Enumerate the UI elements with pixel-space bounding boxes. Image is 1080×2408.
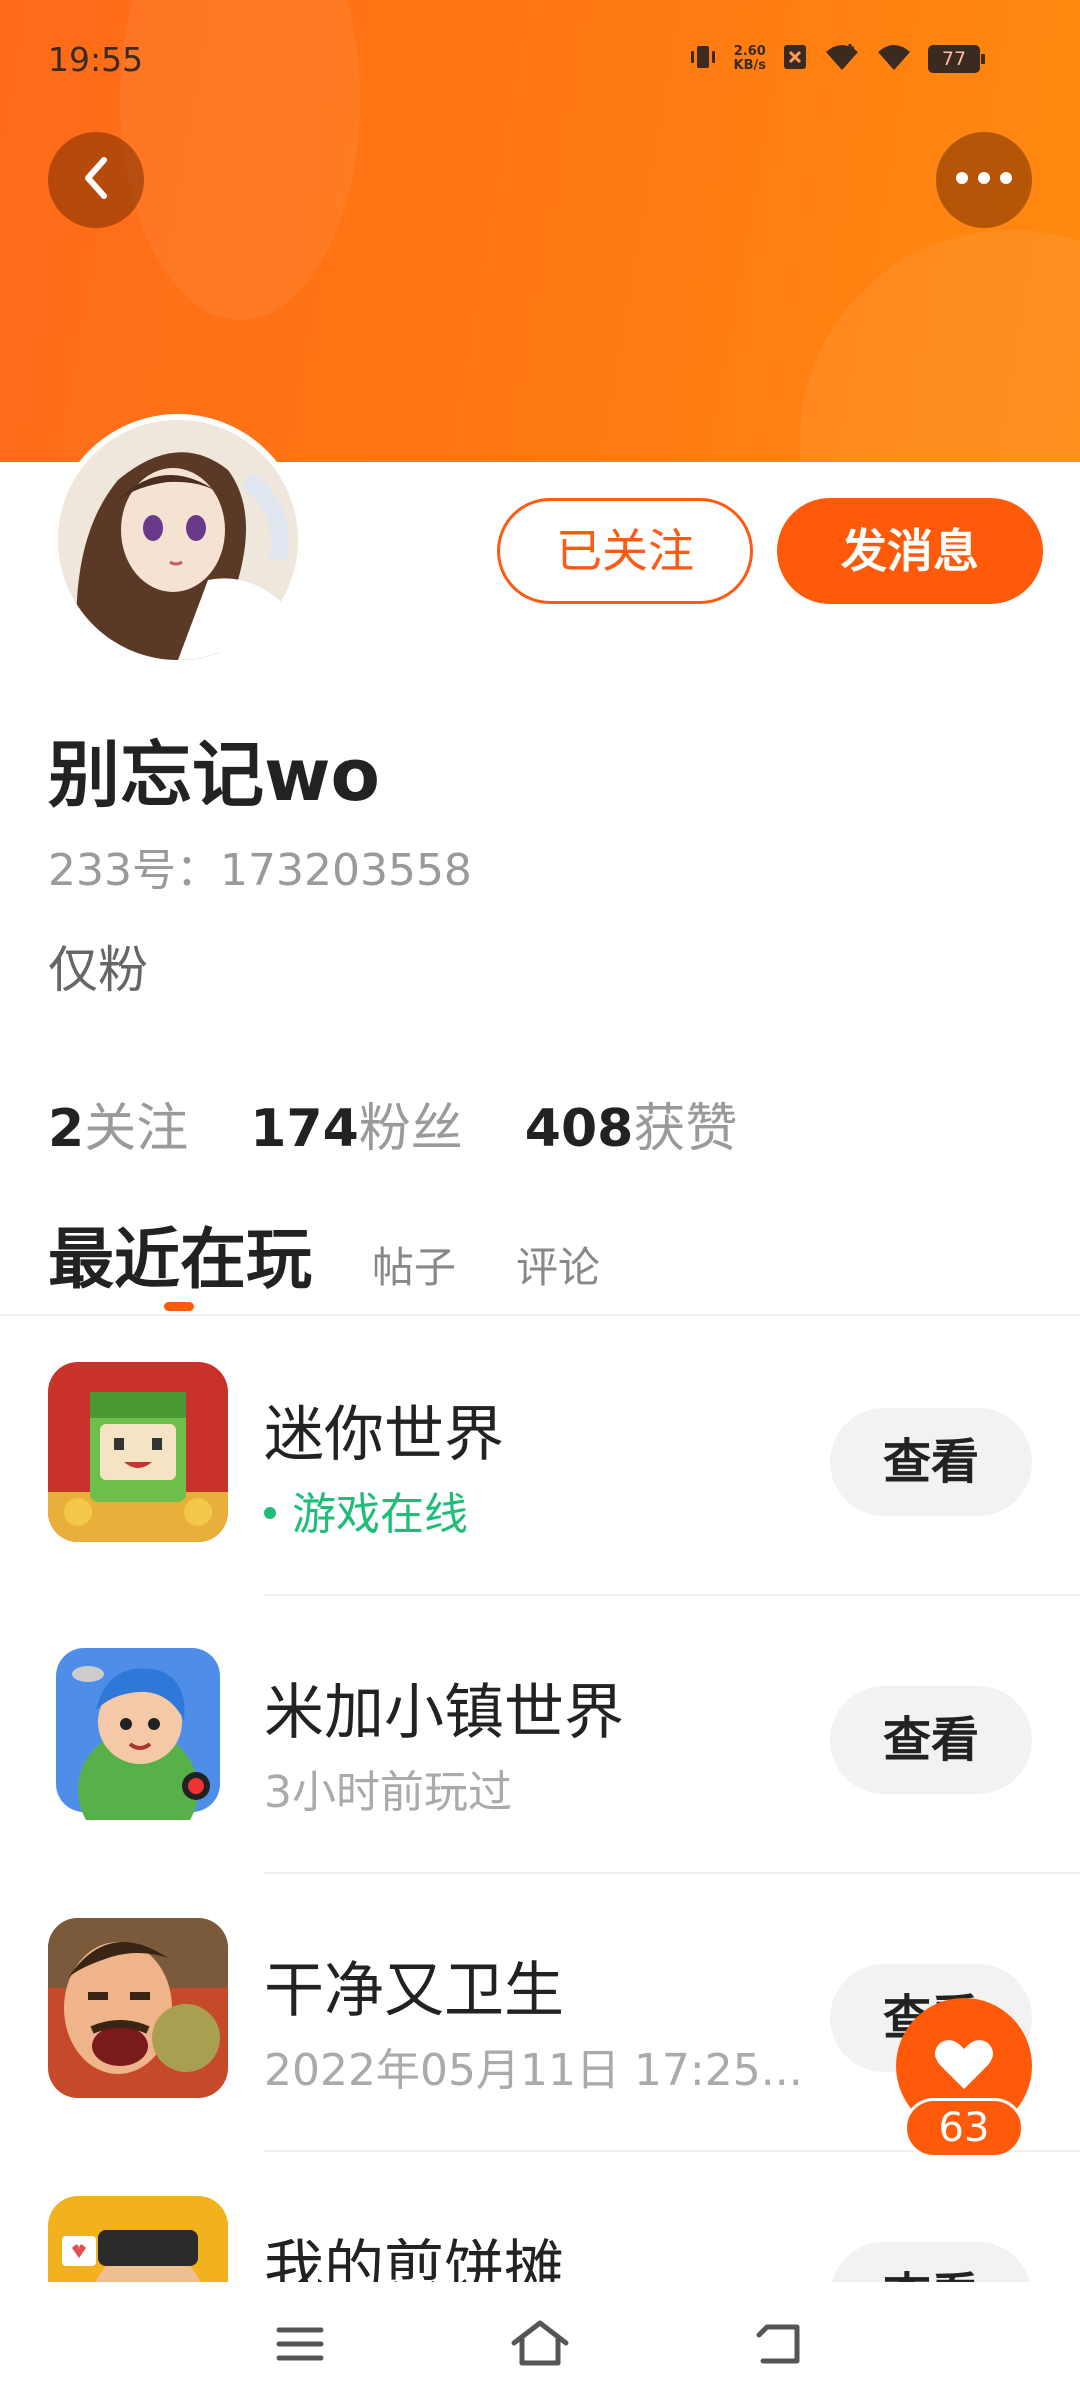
tab-indicator bbox=[164, 1302, 194, 1311]
more-horizontal-icon bbox=[954, 170, 1014, 190]
game-status: 游戏在线 bbox=[264, 1478, 468, 1542]
status-bar: 19:55 2.60 KB/s 77 bbox=[0, 0, 1080, 120]
home-icon[interactable] bbox=[500, 2312, 580, 2376]
wifi-icon bbox=[876, 42, 912, 76]
avatar[interactable] bbox=[52, 414, 304, 666]
user-id: 233号：173203558 bbox=[48, 845, 472, 896]
game-status-text: 游戏在线 bbox=[292, 1489, 468, 1540]
list-item[interactable]: 米加小镇世界 3小时前玩过 查看 bbox=[0, 1594, 1080, 1872]
net-speed-value: 2.60 bbox=[733, 44, 766, 59]
stat-value: 174 bbox=[250, 1099, 359, 1159]
game-title: 我的煎饼摊 bbox=[264, 2234, 564, 2282]
game-status: 2022年05月11日 17:25... bbox=[264, 2045, 803, 2096]
game-title: 米加小镇世界 bbox=[264, 1678, 624, 1748]
user-bio: 仅粉 bbox=[48, 941, 148, 999]
stat-label: 获赞 bbox=[633, 1099, 738, 1159]
followed-button[interactable]: 已关注 bbox=[497, 498, 753, 604]
back-icon[interactable] bbox=[740, 2312, 820, 2376]
tab-recently-played[interactable]: 最近在玩 bbox=[48, 1206, 312, 1311]
stat-likes[interactable]: 408获赞 bbox=[525, 1086, 738, 1161]
system-nav-bar bbox=[0, 2282, 1080, 2408]
menu-icon[interactable] bbox=[260, 2312, 340, 2376]
header-decoration bbox=[800, 230, 1080, 462]
status-time: 19:55 bbox=[48, 40, 144, 79]
game-icon-mini-world bbox=[48, 1362, 228, 1542]
like-count-badge: 63 bbox=[904, 2098, 1024, 2158]
battery-icon: 77 bbox=[928, 45, 985, 73]
divider bbox=[264, 1872, 1080, 1874]
username: 别忘记wo bbox=[48, 733, 380, 817]
chevron-left-icon bbox=[76, 154, 116, 206]
heart-icon bbox=[934, 2037, 994, 2095]
view-button[interactable]: 查看 bbox=[830, 1408, 1032, 1516]
stat-fans[interactable]: 174粉丝 bbox=[250, 1086, 463, 1161]
send-message-button[interactable]: 发消息 bbox=[777, 498, 1043, 604]
game-status: 3小时前玩过 bbox=[264, 1767, 512, 1818]
vibrate-icon bbox=[688, 42, 718, 76]
status-icons: 2.60 KB/s 77 bbox=[688, 42, 985, 76]
list-item[interactable]: 迷你世界 游戏在线 查看 bbox=[0, 1316, 1080, 1594]
stat-following[interactable]: 2关注 bbox=[48, 1086, 188, 1161]
stat-label: 关注 bbox=[84, 1099, 189, 1159]
divider bbox=[264, 1594, 1080, 1596]
net-speed-unit: KB/s bbox=[733, 58, 766, 73]
back-button[interactable] bbox=[48, 132, 144, 228]
profile-stats: 2关注 174粉丝 408获赞 bbox=[48, 1086, 737, 1161]
game-icon-miga-town bbox=[48, 1640, 228, 1820]
tab-posts[interactable]: 帖子 bbox=[372, 1234, 456, 1295]
game-title: 干净又卫生 bbox=[264, 1956, 564, 2026]
game-icon-clean-and-hygienic bbox=[48, 1918, 228, 2098]
stat-label: 粉丝 bbox=[358, 1099, 463, 1159]
game-icon-pancake-stall bbox=[48, 2196, 228, 2282]
tab-label: 最近在玩 bbox=[48, 1221, 312, 1298]
view-button[interactable]: 查看 bbox=[830, 2242, 1032, 2282]
game-title: 迷你世界 bbox=[264, 1400, 504, 1470]
tab-comments[interactable]: 评论 bbox=[516, 1234, 600, 1295]
list-item[interactable]: 我的煎饼摊 查看 bbox=[0, 2150, 1080, 2282]
profile-tabs: 最近在玩 帖子 评论 bbox=[48, 1206, 600, 1311]
stat-value: 2 bbox=[48, 1099, 85, 1159]
view-button[interactable]: 查看 bbox=[830, 1686, 1032, 1794]
wifi-plus-icon bbox=[824, 42, 860, 76]
no-sim-icon bbox=[782, 42, 808, 76]
more-button[interactable] bbox=[936, 132, 1032, 228]
online-dot-icon bbox=[264, 1507, 276, 1519]
stat-value: 408 bbox=[524, 1099, 634, 1159]
net-speed: 2.60 KB/s bbox=[734, 45, 766, 73]
